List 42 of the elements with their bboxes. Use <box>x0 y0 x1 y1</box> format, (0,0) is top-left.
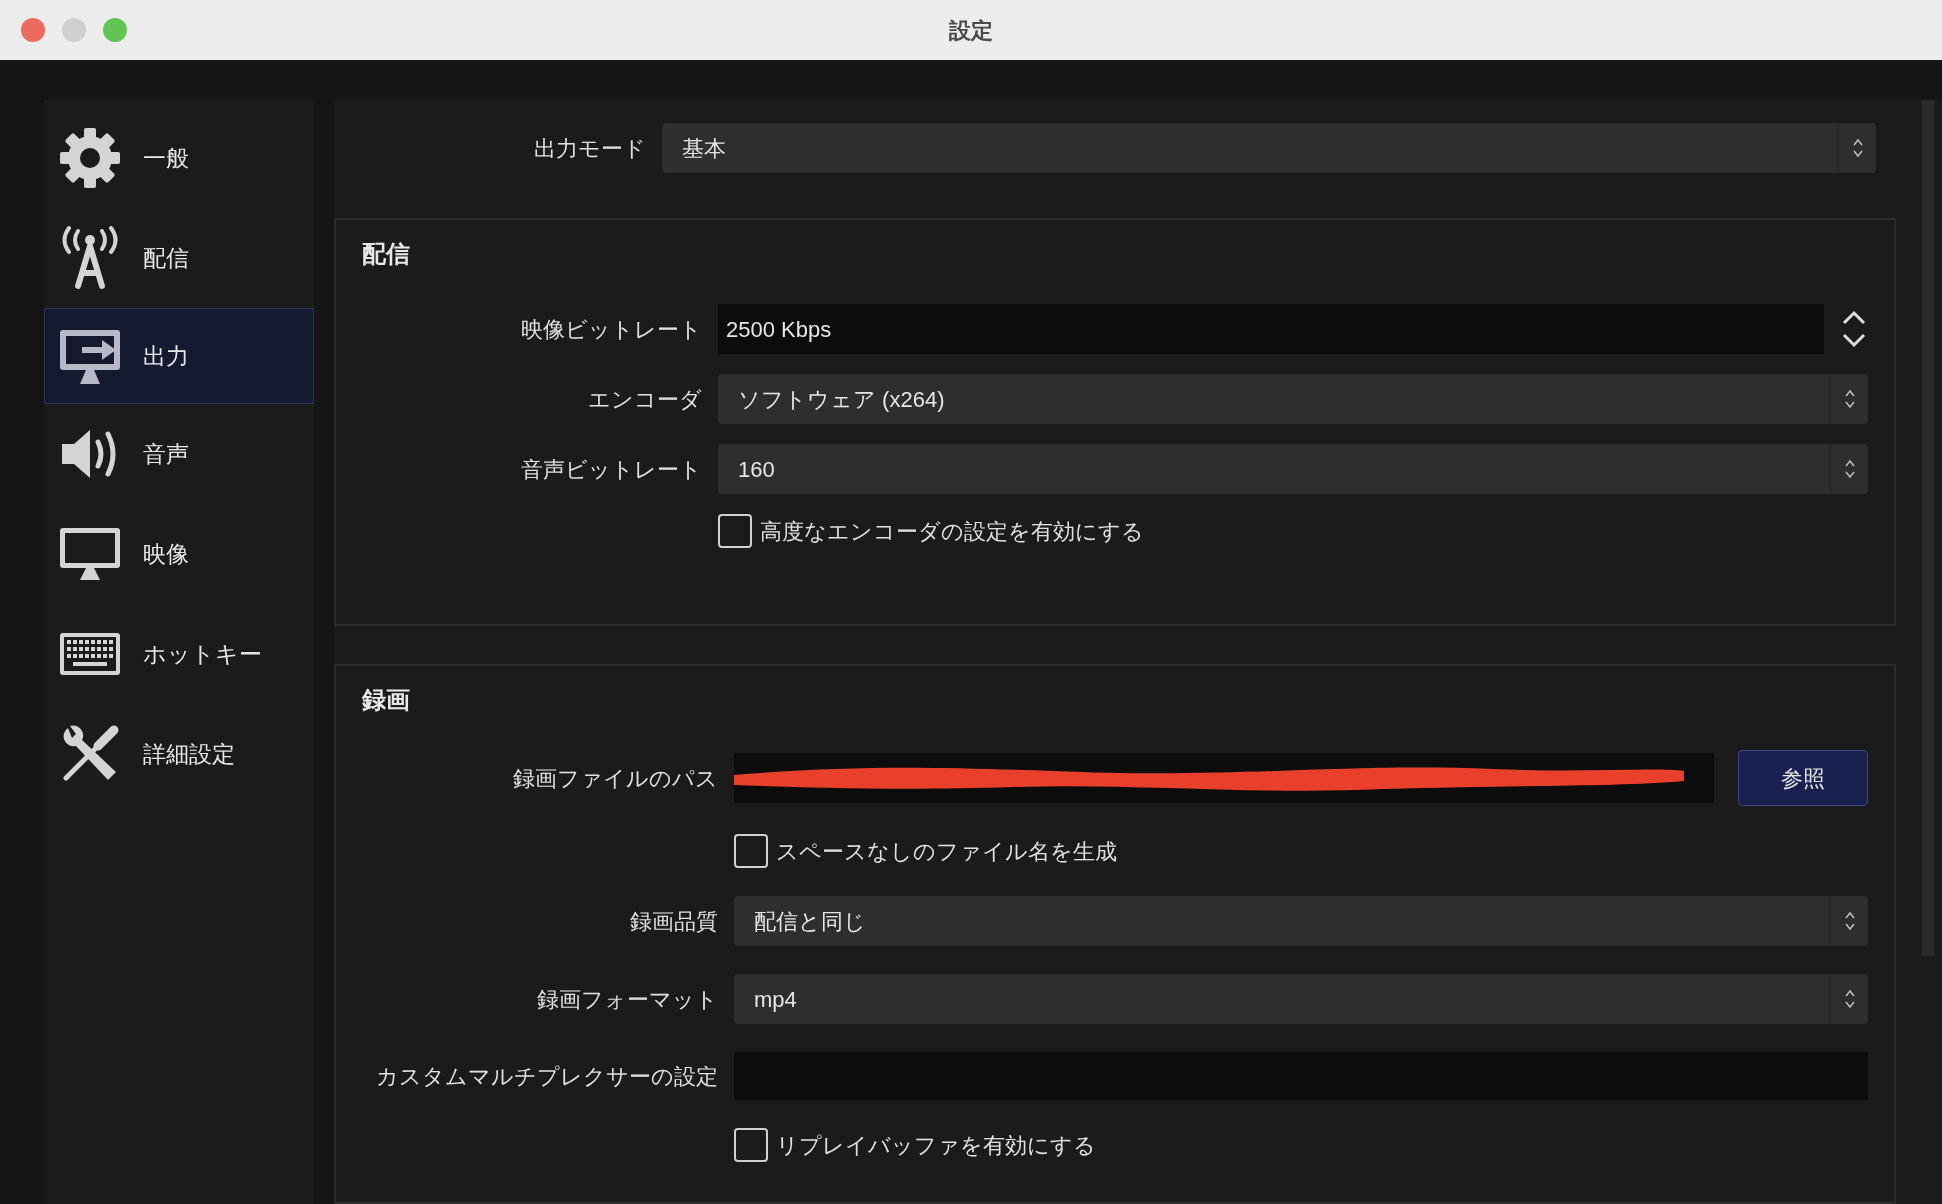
window-title: 設定 <box>949 16 993 45</box>
checkbox[interactable] <box>734 1128 768 1162</box>
dropdown[interactable]: 基本 <box>662 123 1876 173</box>
dropdown[interactable]: 160 <box>718 444 1868 494</box>
checkbox-label: リプレイバッファを有効にする <box>776 1131 1096 1160</box>
sidebar-item[interactable]: 音声 <box>44 404 314 504</box>
field-label: カスタムマルチプレクサーの設定 <box>375 1062 718 1091</box>
sidebar-item[interactable]: 詳細設定 <box>44 704 314 804</box>
field-label: エンコーダ <box>587 385 702 414</box>
field-label: 出力モード <box>534 134 646 163</box>
dropdown[interactable]: mp4 <box>734 974 1868 1024</box>
gear-icon <box>58 126 122 190</box>
field-label: 音声ビットレート <box>520 455 702 484</box>
up-down-chevron-icon <box>1843 910 1856 932</box>
sidebar-item[interactable]: 映像 <box>44 504 314 604</box>
group-title: 録画 <box>362 685 411 715</box>
dropdown[interactable]: 配信と同じ <box>734 896 1868 946</box>
sidebar-item[interactable]: ホットキー <box>44 604 314 704</box>
checkbox[interactable] <box>734 834 768 868</box>
up-down-chevron-icon <box>1843 988 1856 1010</box>
close-button[interactable] <box>21 18 45 42</box>
field-label: 映像ビットレート <box>520 315 702 344</box>
checkbox[interactable] <box>718 514 752 548</box>
sidebar-item[interactable]: 一般 <box>44 108 314 208</box>
checkbox-label: スペースなしのファイル名を生成 <box>776 837 1117 866</box>
spin-field[interactable]: 2500 Kbps <box>718 304 1824 354</box>
field-label: 録画フォーマット <box>536 985 718 1014</box>
browse-button[interactable]: 参照 <box>1738 750 1868 806</box>
sidebar-item[interactable]: 出力 <box>44 308 314 404</box>
up-down-chevron-icon <box>1843 458 1856 480</box>
monitor-arrow-icon <box>58 328 122 384</box>
monitor-icon <box>58 526 122 582</box>
field-label: 録画品質 <box>629 907 718 936</box>
up-down-chevron-icon <box>1851 137 1864 159</box>
group-title: 配信 <box>362 239 411 269</box>
field-label: 録画ファイルのパス <box>512 764 718 793</box>
up-down-chevron-icon <box>1843 388 1856 410</box>
checkbox-label: 高度なエンコーダの設定を有効にする <box>760 517 1144 546</box>
dropdown[interactable]: ソフトウェア (x264) <box>718 374 1868 424</box>
sidebar-item[interactable]: 配信 <box>44 208 314 308</box>
keyboard-icon <box>58 631 122 677</box>
path-field[interactable] <box>734 753 1714 803</box>
